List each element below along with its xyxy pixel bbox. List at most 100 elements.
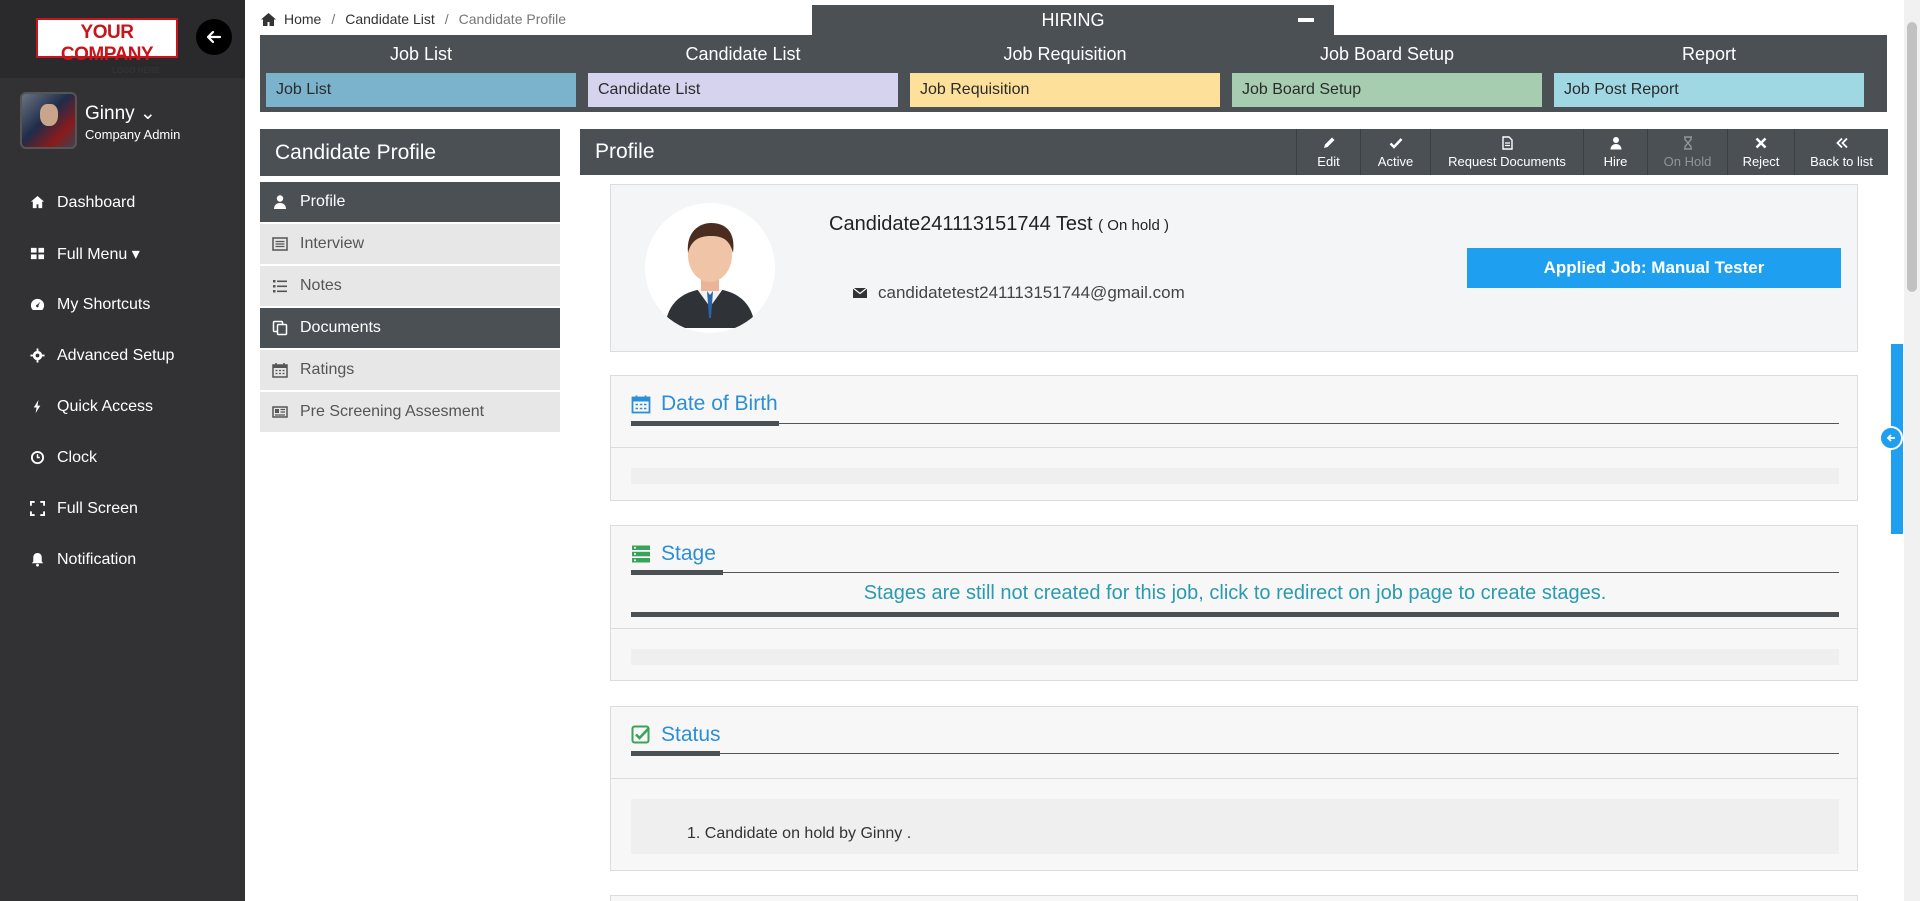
sidebar-item-full-menu[interactable]: Full Menu ▾ xyxy=(0,228,245,279)
sidebar-item-label: Clock xyxy=(57,448,98,466)
sidebar-item-label: My Shortcuts xyxy=(57,295,151,313)
scrollbar-thumb[interactable] xyxy=(1907,22,1917,292)
action-label: Edit xyxy=(1317,153,1340,169)
user-profile[interactable]: Ginny ⌄ Company Admin xyxy=(20,92,240,152)
menu-item-label: Pre Screening Assesment xyxy=(300,403,485,420)
menu-item-interview[interactable]: Interview xyxy=(260,224,560,264)
action-label: On Hold xyxy=(1663,153,1712,169)
candidate-photo xyxy=(645,203,775,333)
double-chevron-left-icon xyxy=(1835,137,1848,148)
section-title-text: Stage xyxy=(661,542,716,565)
home-icon xyxy=(30,195,45,209)
hiring-tab[interactable]: HIRING xyxy=(812,5,1334,35)
stage-content xyxy=(631,649,1839,665)
user-icon xyxy=(274,195,286,209)
action-label: Back to list xyxy=(1810,153,1873,169)
next-section-edge xyxy=(610,895,1858,901)
action-label: Reject xyxy=(1742,153,1780,169)
user-name[interactable]: Ginny ⌄ xyxy=(85,102,156,125)
expand-icon xyxy=(30,501,45,516)
job-board-setup-link[interactable]: Job Board Setup xyxy=(1232,73,1542,107)
request-documents-button[interactable]: Request Documents xyxy=(1430,129,1583,175)
hiring-panel: Job List Job List Candidate List Candida… xyxy=(260,35,1887,112)
avatar xyxy=(20,92,77,149)
close-icon xyxy=(1755,137,1767,148)
candidate-profile-header: Candidate Profile xyxy=(260,129,560,176)
gauge-icon xyxy=(30,298,45,310)
create-stages-link[interactable]: Stages are still not created for this jo… xyxy=(631,582,1839,605)
page-scrollbar[interactable] xyxy=(1904,0,1920,901)
calendar-icon xyxy=(272,363,288,378)
menu-item-label: Documents xyxy=(300,319,381,336)
candidate-email-text[interactable]: candidatetest241113151744@gmail.com xyxy=(878,283,1185,303)
gear-icon xyxy=(30,348,45,363)
status-section: Status 1. Candidate on hold by Ginny . xyxy=(610,706,1858,871)
hiring-column-title: Job Board Setup xyxy=(1319,44,1455,64)
checkbox-icon xyxy=(631,725,650,744)
menu-item-documents[interactable]: Documents xyxy=(260,308,560,348)
user-icon xyxy=(1610,136,1621,149)
on-hold-button[interactable]: On Hold xyxy=(1647,129,1727,175)
sidebar-item-advanced-setup[interactable]: Advanced Setup xyxy=(0,330,245,381)
date-of-birth-title: Date of Birth xyxy=(631,392,778,416)
menu-item-label: Interview xyxy=(300,235,365,252)
menu-item-pre-screening[interactable]: Pre Screening Assesment xyxy=(260,392,560,432)
arrow-left-icon xyxy=(206,30,222,44)
section-underline xyxy=(631,570,1839,575)
hiring-column-title: Job List xyxy=(389,44,453,64)
sidebar-item-label: Dashboard xyxy=(57,193,136,211)
sidebar-item-clock[interactable]: Clock xyxy=(0,432,245,483)
company-logo[interactable]: YOUR COMPANY LOGO HERE xyxy=(36,18,178,75)
user-role: Company Admin xyxy=(85,127,181,142)
edit-button[interactable]: Edit xyxy=(1296,129,1360,175)
newspaper-icon xyxy=(272,406,288,418)
job-requisition-link[interactable]: Job Requisition xyxy=(910,73,1220,107)
breadcrumb-home[interactable]: Home xyxy=(284,11,321,27)
section-divider xyxy=(611,447,1857,448)
sidebar-item-full-screen[interactable]: Full Screen xyxy=(0,483,245,534)
sidebar-item-dashboard[interactable]: Dashboard xyxy=(0,177,245,228)
pencil-icon xyxy=(1323,137,1334,148)
job-list-link[interactable]: Job List xyxy=(266,73,576,107)
candidate-email: candidatetest241113151744@gmail.com xyxy=(852,283,1185,303)
sidebar-item-label: Advanced Setup xyxy=(57,346,175,364)
breadcrumb-separator: / xyxy=(444,11,449,27)
clock-icon xyxy=(30,450,45,465)
sidebar-item-notification[interactable]: Notification xyxy=(0,534,245,585)
stage-title: Stage xyxy=(631,542,716,566)
hiring-column-candidate-list: Candidate List Candidate List xyxy=(582,35,904,112)
menu-item-profile[interactable]: Profile xyxy=(260,182,560,222)
logo-text: YOUR COMPANY xyxy=(60,22,154,65)
breadcrumb-candidate-list[interactable]: Candidate List xyxy=(345,11,435,27)
candidate-list-link[interactable]: Candidate List xyxy=(588,73,898,107)
sidebar-item-label: Full Menu ▾ xyxy=(57,245,140,263)
collapse-sidebar-button[interactable] xyxy=(196,19,232,55)
list-alt-icon xyxy=(272,237,288,251)
server-icon xyxy=(632,545,650,563)
sidebar-item-label: Notification xyxy=(57,550,137,568)
menu-item-label: Ratings xyxy=(300,361,355,378)
arrow-left-icon xyxy=(1886,434,1895,442)
active-button[interactable]: Active xyxy=(1360,129,1430,175)
list-icon xyxy=(273,280,287,293)
status-title: Status xyxy=(631,723,721,747)
back-to-list-button[interactable]: Back to list xyxy=(1794,129,1888,175)
bell-icon xyxy=(31,552,44,567)
sidebar-item-label: Quick Access xyxy=(57,397,154,415)
hiring-column-report: Report Job Post Report xyxy=(1548,35,1870,112)
sidebar-item-my-shortcuts[interactable]: My Shortcuts xyxy=(0,279,245,330)
hiring-column-job-board-setup: Job Board Setup Job Board Setup xyxy=(1226,35,1548,112)
menu-item-ratings[interactable]: Ratings xyxy=(260,350,560,390)
sidebar-item-quick-access[interactable]: Quick Access xyxy=(0,381,245,432)
section-divider xyxy=(611,778,1857,779)
section-title-text: Date of Birth xyxy=(661,392,778,415)
minimize-icon[interactable] xyxy=(1298,18,1314,22)
action-label: Request Documents xyxy=(1448,153,1566,169)
menu-item-notes[interactable]: Notes xyxy=(260,266,560,306)
side-panel-toggle[interactable] xyxy=(1879,426,1903,450)
hire-button[interactable]: Hire xyxy=(1583,129,1647,175)
document-icon xyxy=(1502,135,1513,150)
applied-job-button[interactable]: Applied Job: Manual Tester xyxy=(1467,248,1841,288)
job-post-report-link[interactable]: Job Post Report xyxy=(1554,73,1864,107)
reject-button[interactable]: Reject xyxy=(1727,129,1794,175)
